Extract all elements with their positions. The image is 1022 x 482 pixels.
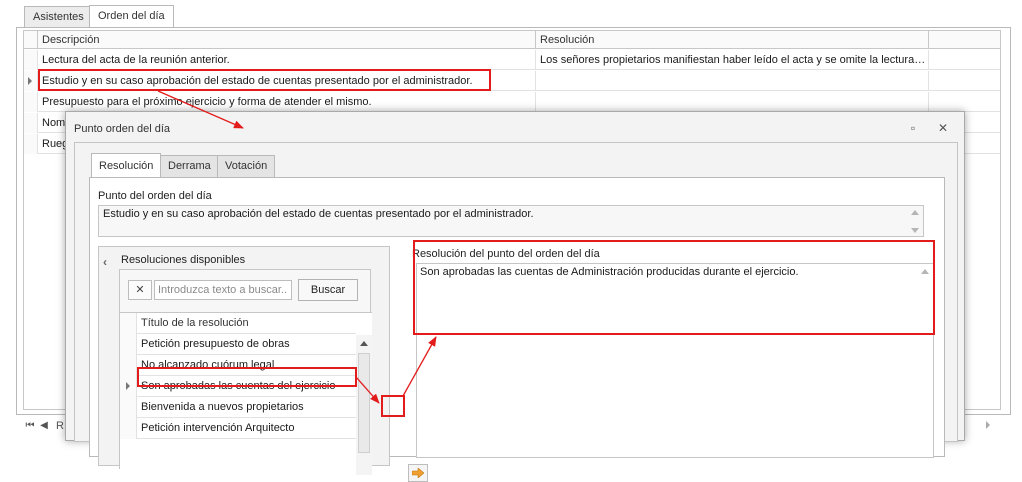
- arrow-right-icon: [412, 468, 424, 478]
- column-header-descripcion[interactable]: Descripción: [38, 31, 536, 49]
- row-indicator: [120, 313, 137, 334]
- table-row[interactable]: Lectura del acta de la reunión anterior.…: [24, 50, 1000, 70]
- scroll-up-icon[interactable]: [921, 269, 929, 274]
- scroll-right-icon[interactable]: [986, 421, 990, 429]
- collapse-left-icon[interactable]: ‹: [103, 255, 107, 269]
- clear-search-button[interactable]: ✕: [128, 280, 152, 300]
- first-record-icon[interactable]: ⏮: [23, 417, 37, 435]
- memo-scrollbar[interactable]: [917, 264, 933, 457]
- dialog-title: Punto orden del día: [74, 123, 171, 135]
- row-resolution[interactable]: Los señores propietarios manifiestan hab…: [536, 50, 929, 70]
- resolutions-grid-header: Título de la resolución: [120, 313, 356, 334]
- point-text-field[interactable]: Estudio y en su caso aprobación del esta…: [98, 205, 924, 237]
- tab-resolucion[interactable]: Resolución: [91, 153, 162, 178]
- resolutions-scrollbar[interactable]: [356, 335, 372, 475]
- dialog-body: Resolución Derrama Votación Punto del or…: [74, 142, 958, 482]
- row-indicator: [120, 355, 137, 376]
- search-button[interactable]: Buscar: [298, 279, 358, 301]
- resolution-title[interactable]: Son aprobadas las cuentas del ejercicio: [137, 376, 356, 397]
- table-row[interactable]: Presupuesto para el próximo ejercicio y …: [24, 92, 1000, 112]
- row-indicator: [120, 397, 137, 418]
- list-item[interactable]: Son aprobadas las cuentas del ejercicio: [120, 376, 356, 397]
- resolution-title[interactable]: Petición presupuesto de obras: [137, 334, 356, 355]
- tab-orden-del-dia[interactable]: Orden del día: [89, 5, 174, 28]
- available-label: Resoluciones disponibles: [121, 254, 246, 266]
- memo-scrollbar[interactable]: [907, 206, 923, 236]
- resolution-search-area: ✕ Buscar Título de la resolución Petició…: [119, 269, 372, 475]
- list-item[interactable]: No alcanzado cuórum legal: [120, 355, 356, 376]
- grid-indicator-header: [24, 31, 38, 49]
- resolution-title[interactable]: Bienvenida a nuevos propietarios: [137, 397, 356, 418]
- list-item[interactable]: Petición presupuesto de obras: [120, 334, 356, 355]
- scroll-up-icon[interactable]: [911, 210, 919, 215]
- row-indicator: [24, 134, 38, 154]
- row-indicator: [120, 376, 137, 397]
- grid-header: Descripción Resolución: [24, 31, 1000, 49]
- tab-derrama[interactable]: Derrama: [160, 155, 219, 177]
- point-text: Estudio y en su caso aprobación del esta…: [103, 208, 534, 220]
- row-indicator: [24, 92, 38, 112]
- assign-resolution-button[interactable]: [408, 464, 428, 482]
- scroll-up-icon[interactable]: [360, 341, 368, 346]
- column-header-titulo[interactable]: Título de la resolución: [137, 313, 356, 334]
- tab-asistentes[interactable]: Asistentes: [24, 6, 93, 28]
- row-indicator: [120, 334, 137, 355]
- current-row-icon: [28, 77, 32, 85]
- table-row[interactable]: Estudio y en su caso aprobación del esta…: [24, 71, 1000, 91]
- resolution-label: Resolución del punto del orden del día: [412, 248, 600, 260]
- close-icon[interactable]: ✕: [934, 120, 952, 136]
- row-description[interactable]: Lectura del acta de la reunión anterior.: [38, 50, 536, 70]
- scroll-down-icon[interactable]: [911, 228, 919, 233]
- row-description[interactable]: Presupuesto para el próximo ejercicio y …: [38, 92, 536, 112]
- restore-icon[interactable]: ▫: [904, 120, 922, 136]
- resolutions-grid: Título de la resolución Petición presupu…: [120, 312, 372, 475]
- resolution-title[interactable]: No alcanzado cuórum legal: [137, 355, 356, 376]
- row-indicator: [24, 71, 38, 91]
- resolucion-tab-page: Punto del orden del día Estudio y en su …: [89, 177, 945, 482]
- prev-record-icon[interactable]: ◀: [37, 417, 51, 435]
- punto-orden-dialog: Punto orden del día ▫ ✕ Resolución Derra…: [65, 111, 965, 482]
- row-resolution[interactable]: [536, 71, 929, 91]
- row-resolution[interactable]: [536, 92, 929, 112]
- search-input[interactable]: [154, 280, 292, 300]
- row-indicator: [24, 50, 38, 70]
- row-description[interactable]: Estudio y en su caso aprobación del esta…: [38, 71, 536, 91]
- column-header-resolucion[interactable]: Resolución: [536, 31, 929, 49]
- point-label: Punto del orden del día: [98, 190, 212, 202]
- scroll-thumb[interactable]: [358, 353, 370, 453]
- available-resolutions-panel: ‹ Resoluciones disponibles ✕ Buscar Títu…: [98, 246, 390, 475]
- list-item[interactable]: Bienvenida a nuevos propietarios: [120, 397, 356, 418]
- current-row-icon: [126, 382, 130, 390]
- resolution-text: Son aprobadas las cuentas de Administrac…: [420, 266, 799, 278]
- row-indicator: [24, 113, 38, 133]
- tab-votacion[interactable]: Votación: [217, 155, 276, 177]
